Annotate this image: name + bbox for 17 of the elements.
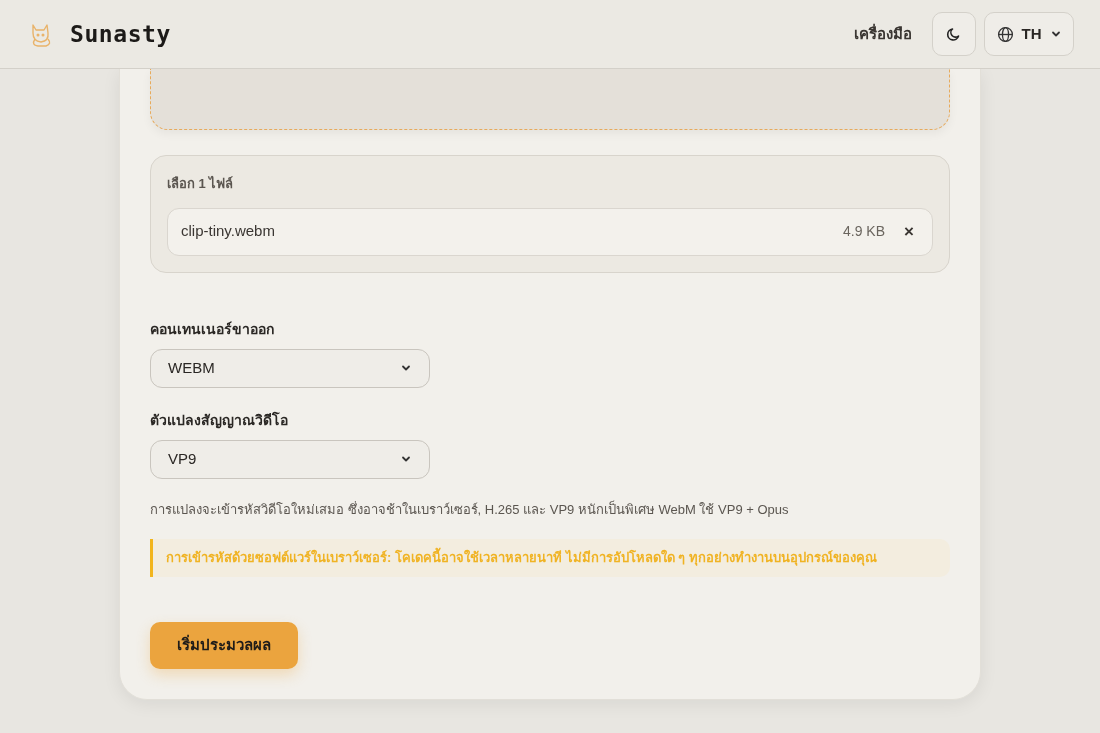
theme-toggle-button[interactable] [932,12,976,56]
file-size: 4.9 KB [842,222,885,241]
remove-file-button[interactable]: × [899,223,919,240]
brand-name: Sunasty [70,19,171,49]
select-field[interactable]: WEBM [150,348,430,388]
file-count-heading: เลือก 1 ไฟล์ [167,175,235,193]
tools-link[interactable]: เครื่องมือ [854,22,912,46]
start-button[interactable]: เริ่มประมวลผล [150,622,298,669]
file-name: clip-tiny.webm [181,221,275,242]
language-button[interactable]: TH [984,12,1074,56]
field-label: คอนเทนเนอร์ขาออก [150,319,275,339]
help-text: การแปลงจะเข้ารหัสวิดีโอใหม่เสมอ ซึ่งอาจช้าในเบราว์เซอร์, H.265 และ VP9 หนักเป็นพิเศษ WebM ใช้ VP9 + Opus [150,499,790,519]
warning-text: การเข้ารหัสด้วยซอฟต์แวร์ในเบราว์เซอร์: โคเดคนี้อาจใช้เวลาหลายนาที ไม่มีการอัปโหลดใด ๆ ทุกอย่างทำงานบนอุปกรณ์ของคุณ [166,548,877,568]
select-field[interactable]: VP9 [150,439,430,479]
moon-icon [946,26,962,42]
globe-icon [996,25,1014,43]
field-label: ตัวแปลงสัญญาณวิดีโอ [150,410,289,431]
